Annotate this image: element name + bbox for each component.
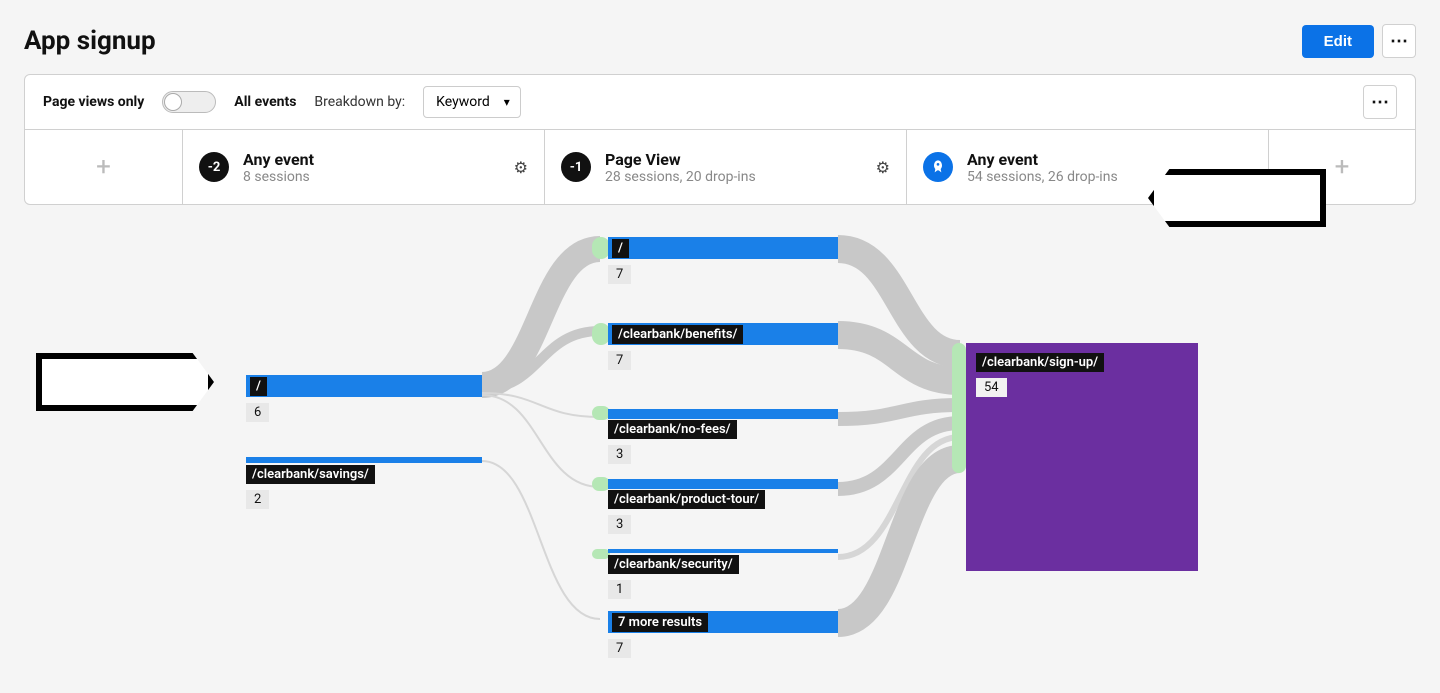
page-title: App signup	[24, 26, 156, 56]
node-count: 1	[608, 580, 631, 599]
plus-icon: +	[96, 152, 111, 182]
node-count: 7	[608, 351, 631, 370]
node-label: /clearbank/benefits/	[612, 325, 743, 344]
controls-row: Page views only All events Breakdown by:…	[25, 75, 1415, 130]
more-icon: ⋯	[1371, 92, 1389, 113]
all-events-label: All events	[234, 94, 296, 110]
destination-node[interactable]: /clearbank/sign-up/ 54	[966, 343, 1198, 571]
add-step-left-button[interactable]: +	[25, 130, 183, 204]
annotation-callout-right	[1148, 169, 1326, 227]
flow-node[interactable]: /clearbank/benefits/ 7	[608, 323, 838, 370]
breakdown-label: Breakdown by:	[314, 94, 405, 110]
step-badge: -1	[561, 152, 591, 182]
plus-icon: +	[1335, 152, 1350, 182]
breakdown-select[interactable]: Keyword	[423, 86, 521, 118]
panel-more-button[interactable]: ⋯	[1363, 85, 1397, 119]
node-label: /clearbank/security/	[608, 555, 739, 574]
node-label: /clearbank/sign-up/	[976, 353, 1104, 372]
node-label: 7 more results	[612, 613, 708, 632]
step-sub: 8 sessions	[243, 169, 314, 185]
flow-node[interactable]: /clearbank/security/ 1	[608, 549, 838, 599]
flow-node[interactable]: / 7	[608, 237, 838, 284]
dropin-marker	[952, 343, 966, 473]
node-label: /clearbank/product-tour/	[608, 490, 765, 509]
flow-node-more[interactable]: 7 more results 7	[608, 611, 838, 658]
more-icon: ⋯	[1390, 31, 1408, 52]
step-title: Any event	[243, 150, 314, 169]
page-views-toggle[interactable]	[162, 91, 216, 113]
node-count: 54	[976, 378, 1007, 397]
node-count: 7	[608, 265, 631, 284]
more-menu-button[interactable]: ⋯	[1382, 24, 1416, 58]
flow-node[interactable]: /clearbank/no-fees/ 3	[608, 409, 838, 464]
step-sub: 28 sessions, 20 drop-ins	[605, 169, 756, 185]
flow-node[interactable]: / 6	[246, 375, 482, 422]
step-title: Page View	[605, 150, 756, 169]
gear-icon[interactable]: ⚙	[514, 158, 528, 177]
flow-node[interactable]: /clearbank/savings/ 2	[246, 457, 482, 509]
step-badge: -2	[199, 152, 229, 182]
node-count: 2	[246, 490, 269, 509]
node-count: 7	[608, 639, 631, 658]
node-label: /clearbank/no-fees/	[608, 420, 737, 439]
annotation-callout-left	[36, 353, 214, 411]
toggle-knob	[164, 93, 182, 111]
node-count: 6	[246, 403, 269, 422]
rocket-icon	[923, 152, 953, 182]
step-minus-1[interactable]: -1 Page View 28 sessions, 20 drop-ins ⚙	[545, 130, 907, 204]
flow-node[interactable]: /clearbank/product-tour/ 3	[608, 479, 838, 534]
node-count: 3	[608, 515, 631, 534]
gear-icon[interactable]: ⚙	[876, 158, 890, 177]
edit-button[interactable]: Edit	[1302, 25, 1374, 58]
node-label: /clearbank/savings/	[246, 465, 375, 484]
breakdown-value: Keyword	[436, 94, 490, 110]
node-label: /	[250, 377, 267, 396]
flow-canvas: / 6 /clearbank/savings/ 2 / 7 /clearbank…	[0, 209, 1440, 689]
node-label: /	[612, 239, 629, 258]
step-sub: 54 sessions, 26 drop-ins	[967, 169, 1118, 185]
page-views-only-label: Page views only	[43, 94, 144, 110]
node-count: 3	[608, 445, 631, 464]
step-title: Any event	[967, 150, 1118, 169]
step-minus-2[interactable]: -2 Any event 8 sessions ⚙	[183, 130, 545, 204]
